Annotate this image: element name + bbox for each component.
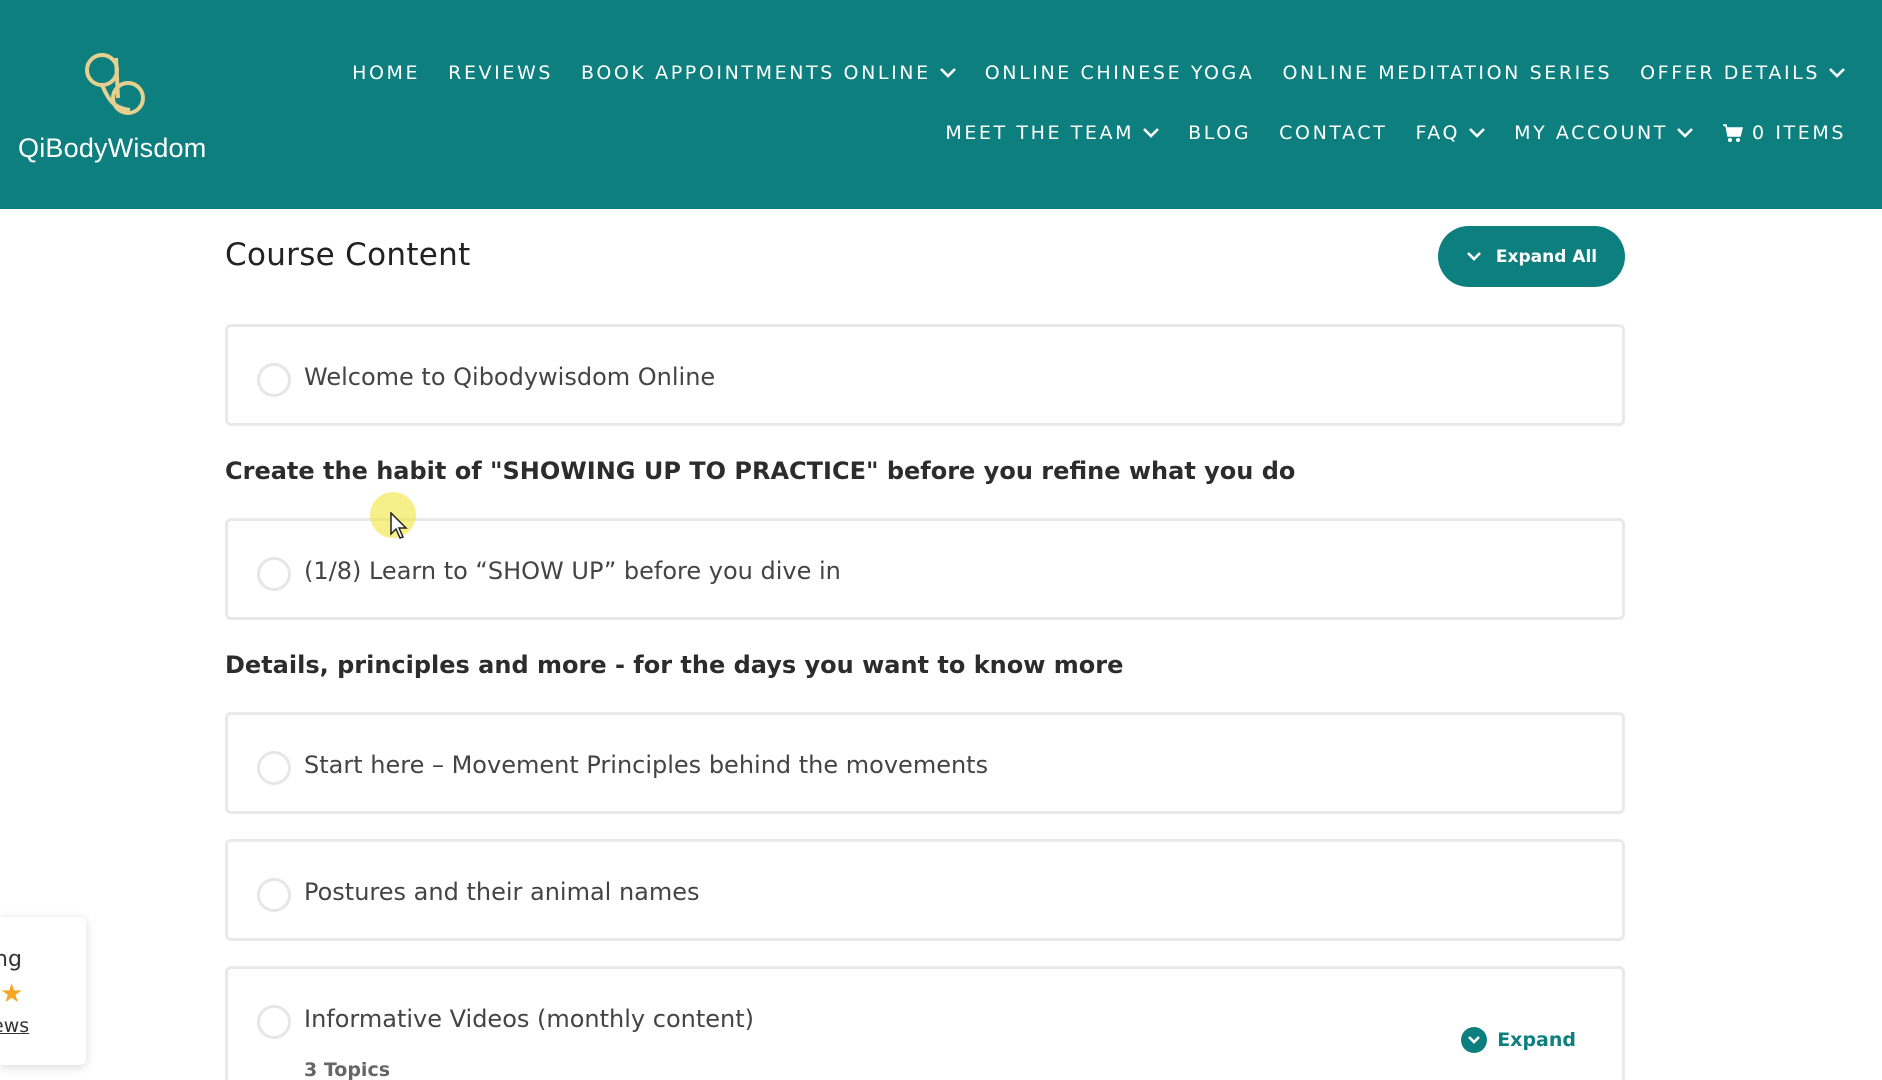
star-icon: ★	[0, 979, 24, 1009]
nav-home[interactable]: HOME	[352, 62, 420, 84]
nav-contact[interactable]: CONTACT	[1279, 122, 1387, 144]
lesson-status-icon	[257, 751, 291, 785]
reviews-widget[interactable]: ng ★ ews	[0, 917, 86, 1065]
primary-nav-row-2: MEET THE TEAM BLOG CONTACT FAQ MY ACCOUN…	[945, 122, 1846, 144]
nav-meet-the-team-label: MEET THE TEAM	[945, 122, 1135, 144]
lesson-item[interactable]: (1/8) Learn to “SHOW UP” before you dive…	[225, 518, 1625, 620]
chevron-down-icon	[1829, 68, 1845, 78]
section-heading: Details, principles and more - for the d…	[225, 651, 1124, 679]
nav-offer-details-label: OFFER DETAILS	[1640, 62, 1820, 84]
mouse-pointer-icon	[390, 512, 408, 539]
site-logo[interactable]: QiBodyWisdom	[18, 48, 228, 170]
lesson-status-icon	[257, 363, 291, 397]
logo-mark-icon	[85, 53, 145, 115]
nav-my-account-label: MY ACCOUNT	[1514, 122, 1668, 144]
nav-reviews-label: REVIEWS	[448, 62, 554, 84]
nav-home-label: HOME	[352, 62, 421, 84]
nav-meet-the-team[interactable]: MEET THE TEAM	[945, 122, 1160, 144]
lesson-title: (1/8) Learn to “SHOW UP” before you dive…	[304, 557, 841, 585]
chevron-down-icon	[1469, 128, 1485, 138]
nav-blog[interactable]: BLOG	[1188, 122, 1251, 144]
nav-online-chinese-yoga-label: ONLINE CHINESE YOGA	[984, 62, 1255, 84]
reviews-widget-link[interactable]: ews	[0, 1015, 29, 1037]
lesson-expand-label: Expand	[1497, 1029, 1576, 1051]
chevron-down-icon	[1143, 128, 1160, 138]
nav-faq[interactable]: FAQ	[1415, 122, 1486, 144]
expand-all-button[interactable]: Expand All	[1438, 226, 1625, 287]
lesson-title: Start here – Movement Principles behind …	[304, 751, 989, 779]
lesson-item[interactable]: Informative Videos (monthly content) 3 T…	[225, 966, 1625, 1080]
expand-all-label: Expand All	[1495, 246, 1598, 267]
nav-online-chinese-yoga[interactable]: ONLINE CHINESE YOGA	[985, 62, 1255, 84]
nav-cart[interactable]: 0 ITEMS	[1722, 122, 1846, 144]
nav-offer-details[interactable]: OFFER DETAILS	[1640, 62, 1846, 84]
chevron-down-icon	[939, 68, 956, 78]
nav-blog-label: BLOG	[1188, 122, 1252, 144]
lesson-status-icon	[257, 557, 291, 591]
primary-nav-row-1: HOME REVIEWS BOOK APPOINTMENTS ONLINE ON…	[352, 62, 1846, 84]
lesson-title: Postures and their animal names	[304, 878, 700, 906]
lesson-item[interactable]: Postures and their animal names	[225, 839, 1625, 941]
nav-online-meditation-series[interactable]: ONLINE MEDITATION SERIES	[1282, 62, 1612, 84]
cart-items-label: 0 ITEMS	[1752, 122, 1846, 144]
brand-name: QiBodyWisdom	[18, 133, 207, 163]
nav-faq-label: FAQ	[1415, 122, 1461, 144]
lesson-topic-count: 3 Topics	[304, 1059, 391, 1080]
lesson-status-icon	[257, 1005, 291, 1039]
nav-book-appointments-label: BOOK APPOINTMENTS ONLINE	[581, 62, 931, 84]
shopping-cart-icon	[1723, 124, 1744, 142]
chevron-down-icon	[1677, 128, 1693, 138]
section-heading: Create the habit of "SHOWING UP TO PRACT…	[225, 457, 1296, 485]
nav-contact-label: CONTACT	[1279, 122, 1388, 144]
lesson-status-icon	[257, 878, 291, 912]
course-content-title: Course Content	[225, 237, 471, 273]
nav-online-meditation-series-label: ONLINE MEDITATION SERIES	[1282, 62, 1613, 84]
reviews-widget-rating-text: ng	[0, 947, 22, 972]
chevron-down-icon	[1466, 252, 1481, 261]
site-header: QiBodyWisdom HOME REVIEWS BOOK APPOINTME…	[0, 0, 1882, 209]
lesson-item[interactable]: Welcome to Qibodywisdom Online	[225, 324, 1625, 426]
lesson-title: Informative Videos (monthly content)	[304, 1005, 755, 1033]
lesson-item[interactable]: Start here – Movement Principles behind …	[225, 712, 1625, 814]
chevron-circle-icon	[1461, 1027, 1488, 1053]
lesson-title: Welcome to Qibodywisdom Online	[304, 363, 716, 391]
lesson-expand-button[interactable]: Expand	[1461, 1027, 1576, 1053]
nav-book-appointments[interactable]: BOOK APPOINTMENTS ONLINE	[581, 62, 957, 84]
nav-reviews[interactable]: REVIEWS	[448, 62, 553, 84]
nav-my-account[interactable]: MY ACCOUNT	[1514, 122, 1694, 144]
